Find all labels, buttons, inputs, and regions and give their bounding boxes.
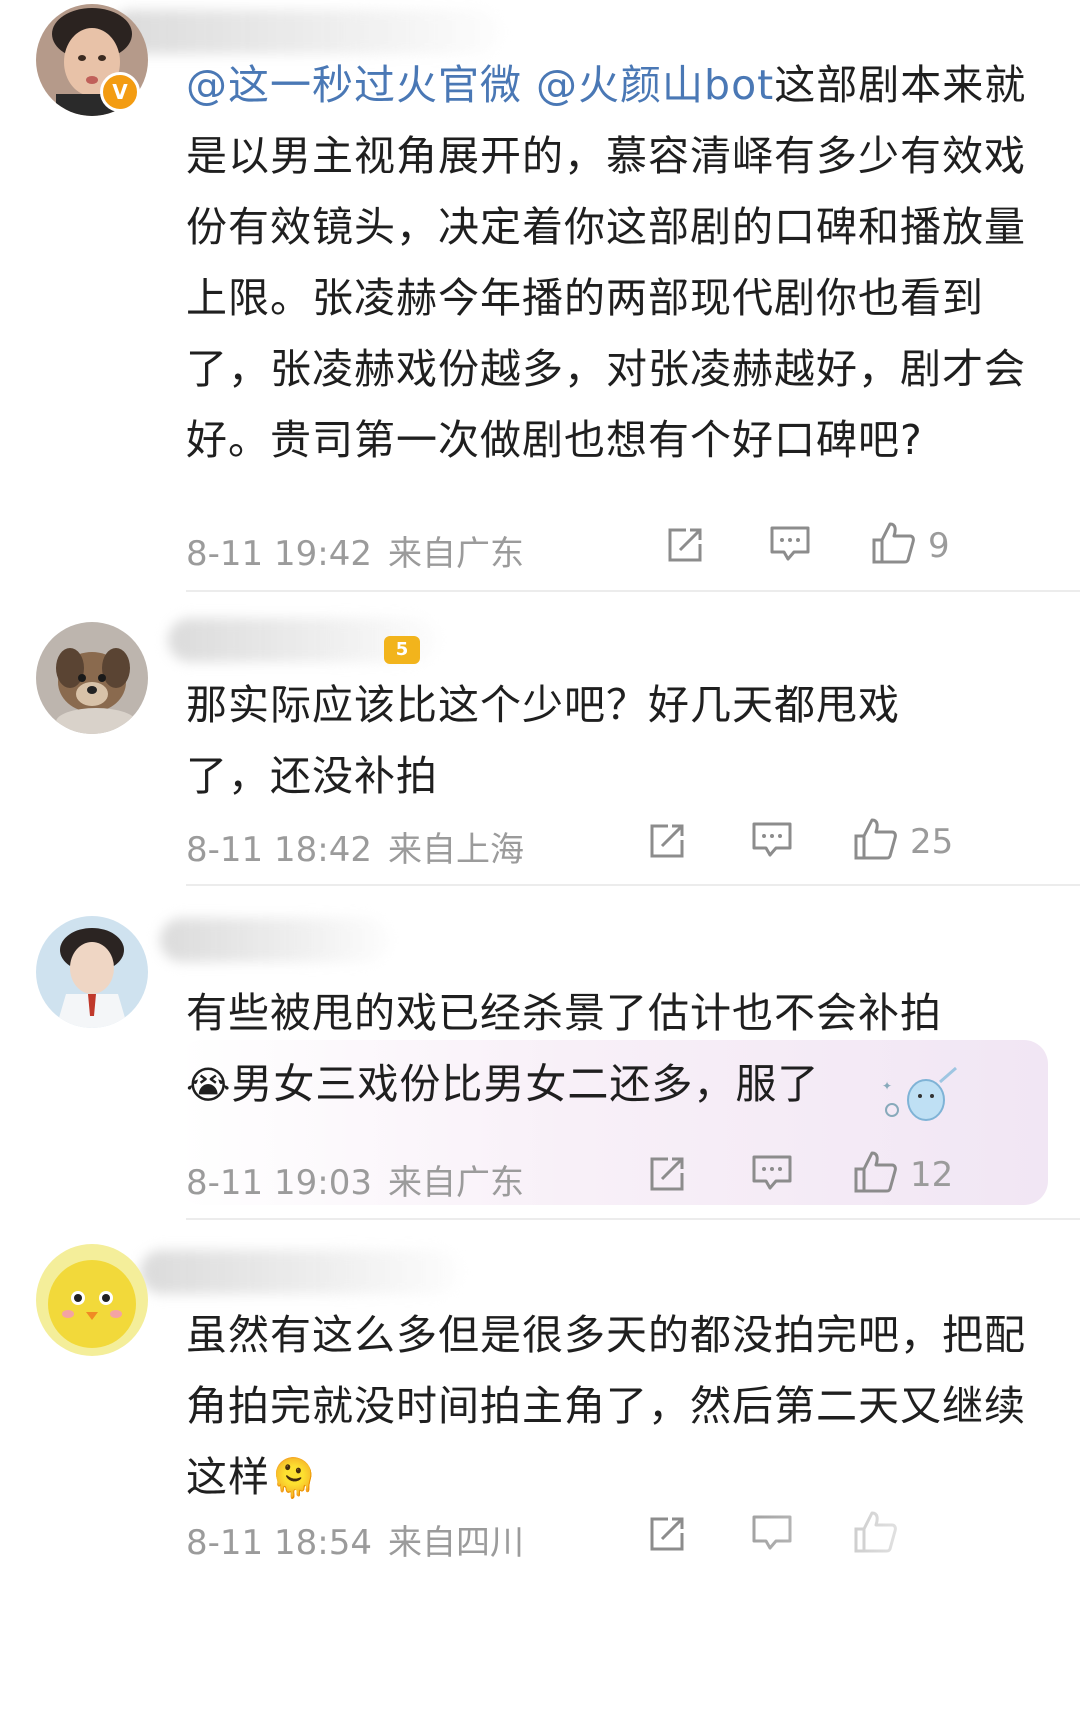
share-icon[interactable] [664, 524, 706, 566]
avatar[interactable] [36, 1244, 148, 1356]
comment-icon[interactable] [750, 1153, 794, 1193]
username-redacted[interactable] [140, 1250, 460, 1294]
comment-location: 来自广东 [387, 534, 524, 574]
comment-icon[interactable] [768, 524, 812, 564]
mention-link[interactable]: @火颜山bot [536, 61, 774, 109]
mention-link[interactable]: @这一秒过火官微 [186, 61, 522, 109]
thumbs-up-icon[interactable] [870, 520, 916, 566]
divider [186, 1218, 1080, 1220]
comment-meta: 8-11 18:54 来自四川 [186, 1515, 540, 1564]
share-icon[interactable] [646, 1153, 688, 1195]
melting-face-emoji-icon: 🫠 [270, 1456, 319, 1500]
comment-location: 来自四川 [387, 1523, 524, 1563]
comment-date: 8-11 19:03 [186, 1163, 372, 1203]
comment-meta: 8-11 19:03 来自广东 [186, 1155, 540, 1204]
bottom-fade-overlay [700, 1500, 1080, 1580]
username-redacted[interactable] [110, 10, 500, 54]
comment-body: 那实际应该比这个少吧？好几天都甩戏了，还没补拍 [186, 681, 900, 800]
comment-date: 8-11 18:42 [186, 830, 372, 870]
comment-item: V @这一秒过火官微 @火颜山bot这部剧本来就是以男主视角展开的，慕容清峄有多… [0, 0, 1080, 590]
divider [186, 884, 1080, 886]
divider [186, 590, 1080, 592]
comment-location: 来自广东 [387, 1163, 524, 1203]
like-count: 9 [928, 526, 950, 566]
comment-text: 男女三戏份比男女二还多，服了 [231, 1060, 820, 1108]
like-count: 25 [910, 822, 954, 862]
comment-text-line: 有些被甩的戏已经杀景了估计也不会补拍 [186, 989, 942, 1037]
like-count: 12 [910, 1155, 954, 1195]
share-icon[interactable] [646, 820, 688, 862]
share-icon[interactable] [646, 1513, 688, 1555]
comment-meta: 8-11 18:42 来自上海 [186, 822, 540, 871]
comment-location: 来自上海 [387, 830, 524, 870]
comment-date: 8-11 19:42 [186, 534, 372, 574]
comment-text: 这部剧本来就是以男主视角展开的，慕容清峄有多少有效戏份有效镜头，决定着你这部剧的… [186, 61, 1027, 464]
verified-badge: V [100, 72, 140, 112]
username-redacted[interactable] [160, 918, 390, 962]
comment-body: 虽然有这么多但是很多天的都没拍完吧，把配角拍完就没时间拍主角了，然后第二天又继续… [186, 1300, 1046, 1514]
avatar[interactable] [36, 622, 148, 734]
comment-meta: 8-11 19:42 来自广东 [186, 526, 540, 575]
comment-icon[interactable] [750, 820, 794, 860]
mascot-sticker-icon: ✦ [882, 1066, 957, 1121]
thumbs-up-icon[interactable] [852, 816, 898, 862]
comment-body: @这一秒过火官微 @火颜山bot这部剧本来就是以男主视角展开的，慕容清峄有多少有… [186, 50, 1046, 476]
thumbs-up-icon[interactable] [852, 1149, 898, 1195]
svg-text:✦: ✦ [882, 1079, 892, 1093]
comment-date: 8-11 18:54 [186, 1523, 372, 1563]
avatar[interactable] [36, 916, 148, 1028]
level-badge: 5 [384, 636, 420, 664]
crying-emoji-icon: 😭 [186, 1063, 232, 1107]
